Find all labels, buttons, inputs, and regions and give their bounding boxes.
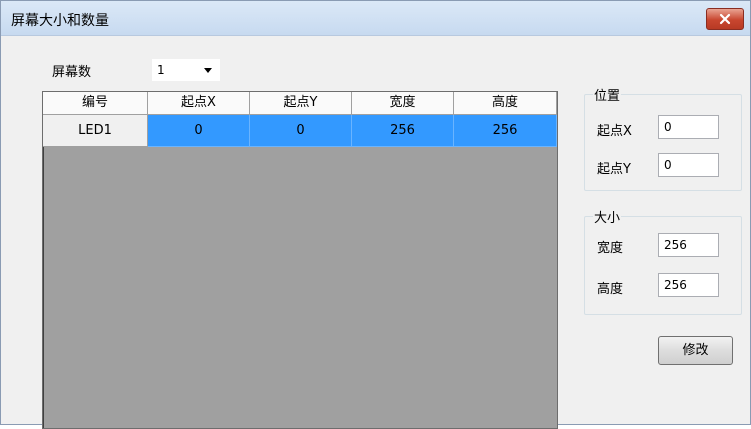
start-x-input[interactable]: 0 <box>658 115 719 139</box>
screen-table[interactable]: 编号 起点X 起点Y 宽度 高度 LED1 0 0 256 256 <box>42 91 558 429</box>
close-button[interactable] <box>706 8 744 30</box>
start-x-label: 起点X <box>597 124 632 139</box>
height-label: 高度 <box>597 282 624 297</box>
dialog-window: 屏幕大小和数量 屏幕数 1 编号 起点X 起点Y 宽度 高度 LED1 0 0 … <box>0 0 751 429</box>
table-cell-start-x[interactable]: 0 <box>148 115 250 147</box>
table-cell-height[interactable]: 256 <box>454 115 557 147</box>
start-y-label: 起点Y <box>597 162 631 177</box>
dropdown-arrow-icon <box>204 68 212 73</box>
close-icon <box>719 13 731 25</box>
width-label: 宽度 <box>597 241 624 256</box>
size-group <box>584 216 742 315</box>
position-group-title: 位置 <box>593 85 622 104</box>
column-header-width[interactable]: 宽度 <box>352 92 454 115</box>
dialog-content: 屏幕数 1 编号 起点X 起点Y 宽度 高度 LED1 0 0 256 256 … <box>1 36 750 429</box>
start-y-input[interactable]: 0 <box>658 153 719 177</box>
column-header-start-y[interactable]: 起点Y <box>250 92 352 115</box>
screen-count-select[interactable]: 1 <box>151 58 221 82</box>
screen-count-label: 屏幕数 <box>52 65 92 80</box>
title-bar[interactable]: 屏幕大小和数量 <box>1 1 750 36</box>
window-title: 屏幕大小和数量 <box>11 13 109 29</box>
column-header-height[interactable]: 高度 <box>454 92 557 115</box>
size-group-title: 大小 <box>593 207 622 226</box>
table-cell-width[interactable]: 256 <box>352 115 454 147</box>
table-cell-start-y[interactable]: 0 <box>250 115 352 147</box>
modify-button[interactable]: 修改 <box>658 336 733 365</box>
screen-count-value: 1 <box>157 63 165 77</box>
height-input[interactable]: 256 <box>658 273 719 297</box>
width-input[interactable]: 256 <box>658 233 719 257</box>
column-header-start-x[interactable]: 起点X <box>148 92 250 115</box>
column-header-id[interactable]: 编号 <box>43 92 148 115</box>
table-row-header[interactable]: LED1 <box>43 115 148 147</box>
